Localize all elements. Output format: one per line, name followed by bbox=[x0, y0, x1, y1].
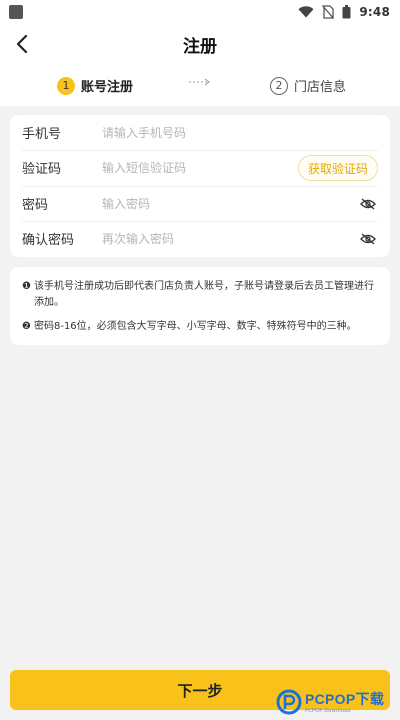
notes-card: ❶ 该手机号注册成功后即代表门店负责人账号，子账号请登录后去员工管理进行添加。 … bbox=[10, 267, 390, 345]
note-item: ❶ 该手机号注册成功后即代表门店负责人账号，子账号请登录后去员工管理进行添加。 bbox=[22, 279, 378, 311]
password-visibility-toggle[interactable] bbox=[360, 196, 376, 212]
note-bullet: ❷ bbox=[22, 321, 31, 332]
watermark: PCPOP下载 PCPOP Download bbox=[276, 683, 400, 720]
step-account-registration: 1 账号注册 bbox=[57, 76, 133, 95]
no-sim-icon bbox=[322, 5, 335, 19]
app-notification-icon bbox=[9, 5, 23, 19]
step-label: 账号注册 bbox=[81, 80, 134, 95]
status-right: 9:48 bbox=[298, 5, 390, 19]
confirm-password-label: 确认密码 bbox=[22, 233, 75, 248]
eye-off-icon bbox=[360, 233, 376, 245]
dashed-arrow-icon bbox=[189, 78, 210, 86]
registration-form: 手机号 验证码 获取验证码 密码 确认密码 bbox=[10, 115, 390, 257]
note-bullet: ❶ bbox=[22, 281, 31, 292]
step-store-info: 2 门店信息 bbox=[270, 76, 346, 95]
note-text: 该手机号注册成功后即代表门店负责人账号，子账号请登录后去员工管理进行添加。 bbox=[33, 281, 374, 308]
password-label: 密码 bbox=[22, 198, 49, 213]
confirm-password-visibility-toggle[interactable] bbox=[360, 231, 376, 247]
watermark-text: PCPOP下载 PCPOP Download bbox=[305, 689, 384, 714]
pcpop-logo-icon bbox=[276, 689, 302, 714]
code-input[interactable] bbox=[102, 155, 252, 180]
phone-label: 手机号 bbox=[22, 127, 62, 142]
status-left bbox=[9, 5, 23, 19]
header: 注册 bbox=[0, 24, 400, 64]
status-bar: 9:48 bbox=[0, 0, 400, 24]
phone-input[interactable] bbox=[102, 120, 282, 145]
get-code-button[interactable]: 获取验证码 bbox=[298, 155, 378, 181]
eye-off-icon bbox=[360, 198, 376, 210]
note-item: ❷ 密码8-16位，必须包含大写字母、小写字母、数字、特殊符号中的三种。 bbox=[22, 319, 378, 335]
phone-row: 手机号 bbox=[10, 115, 390, 150]
password-input[interactable] bbox=[102, 191, 282, 216]
confirm-password-row: 确认密码 bbox=[10, 221, 390, 256]
code-label: 验证码 bbox=[22, 162, 62, 177]
note-text: 密码8-16位，必须包含大写字母、小写字母、数字、特殊符号中的三种。 bbox=[33, 321, 357, 332]
watermark-brand-suffix: 下载 bbox=[355, 691, 385, 707]
chevron-left-icon bbox=[16, 34, 28, 54]
back-button[interactable] bbox=[8, 30, 36, 58]
wifi-icon bbox=[298, 6, 314, 18]
password-row: 密码 bbox=[10, 186, 390, 221]
watermark-brand: PCPOP下载 bbox=[305, 689, 384, 709]
code-row: 验证码 获取验证码 bbox=[10, 150, 390, 185]
step-indicator: 1 账号注册 2 门店信息 bbox=[0, 64, 400, 106]
step-number: 1 bbox=[57, 76, 75, 95]
watermark-subtitle: PCPOP Download bbox=[305, 708, 351, 714]
battery-icon bbox=[342, 5, 351, 19]
step-label: 门店信息 bbox=[294, 80, 347, 95]
watermark-brand-name: PCPOP bbox=[305, 691, 356, 707]
confirm-password-input[interactable] bbox=[102, 226, 282, 251]
status-time: 9:48 bbox=[359, 5, 390, 19]
page-title: 注册 bbox=[183, 36, 217, 57]
step-number: 2 bbox=[270, 76, 288, 95]
